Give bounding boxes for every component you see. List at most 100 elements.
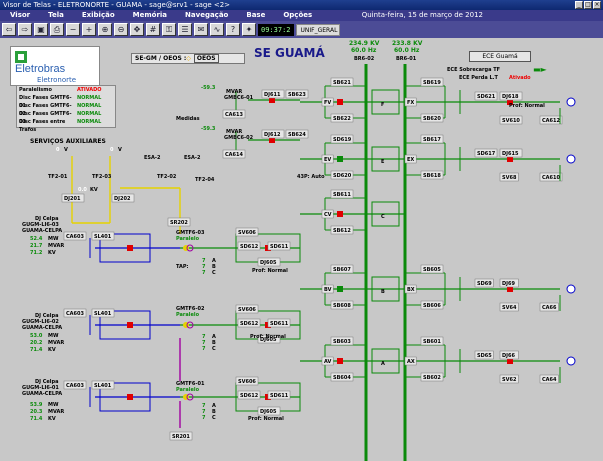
ece-status: ECE Sobrecarga TF ▬► ECE Perda L.T Ativa… — [445, 65, 552, 85]
line-kv: 71.2 — [30, 250, 43, 256]
minimize-button[interactable]: _ — [575, 1, 583, 9]
save-icon[interactable]: ▣ — [34, 23, 48, 36]
line-end-icon — [566, 356, 576, 366]
bay-tag: SB617 — [423, 137, 441, 143]
menu-navegacao[interactable]: Navegação — [175, 10, 236, 21]
bay-label: C — [381, 214, 385, 220]
phase-c: C — [212, 415, 216, 421]
bay-label: B — [381, 289, 385, 295]
menu-opcoes[interactable]: Opções — [273, 10, 320, 21]
pan-icon[interactable]: ✥ — [130, 23, 144, 36]
settings-icon[interactable]: ✦ — [242, 23, 256, 36]
bus02-kv: 234.9 KV — [349, 40, 380, 47]
menu-bar: Visor Tela Exibição Memória Navegação Ba… — [0, 10, 603, 21]
zoom-reset-icon[interactable]: ⊖ — [114, 23, 128, 36]
line-kv: 71.4 — [30, 416, 43, 422]
bay-label: F — [381, 102, 385, 108]
zoom-fit-icon[interactable]: ⊕ — [98, 23, 112, 36]
cap-tag: SB624 — [288, 132, 306, 138]
line-end-icon — [566, 284, 576, 294]
tf-tag: SD612 — [240, 393, 259, 399]
feeder-tag: DJ66 — [502, 353, 515, 359]
bay-breaker — [337, 156, 343, 162]
screen-selector[interactable]: UNIF_GERAL — [295, 23, 340, 36]
grid-icon[interactable]: # — [146, 23, 160, 36]
alarm-value: NORMAL — [77, 95, 102, 101]
menu-exibicao[interactable]: Exibição — [72, 10, 123, 21]
line-mw: 53.9 — [30, 402, 43, 408]
tf-state: Paralelo — [176, 312, 199, 318]
mode-indicator[interactable]: SE-GM / OEOS :◇ OEOS — [131, 53, 245, 64]
feeder-tag: SL401 — [94, 234, 112, 240]
unit-kv: KV — [48, 416, 56, 422]
bay-label: E — [381, 159, 385, 165]
trend-icon[interactable]: ∿ — [210, 23, 224, 36]
window-titlebar: Visor de Telas - ELETRONORTE - GUAMA - s… — [0, 0, 603, 10]
close-button[interactable]: × — [593, 1, 601, 9]
bay-tag: SB608 — [333, 303, 351, 309]
aux-v2: 0 — [110, 147, 114, 153]
lock-icon[interactable]: ⚿ — [162, 23, 176, 36]
bus01-name: BR6-01 — [396, 56, 417, 62]
bay-tag: SB612 — [333, 228, 351, 234]
tf-tag: SD612 — [240, 244, 259, 250]
feeder-breaker — [127, 245, 133, 251]
help-icon[interactable]: ? — [226, 23, 240, 36]
cap-tag: DJ611 — [264, 92, 281, 98]
ece-guama-button[interactable]: ECE Guamá — [469, 51, 531, 62]
bus02-hz: 60.0 Hz — [351, 47, 377, 54]
ece-label-2: ECE Perda L.T — [459, 75, 498, 81]
line-mw: 53.0 — [30, 333, 43, 339]
medidas-label: Medidas — [176, 116, 200, 122]
menu-memoria[interactable]: Memória — [123, 10, 175, 21]
print-icon[interactable]: ⎙ — [50, 23, 64, 36]
feeder-tag: SL401 — [94, 383, 112, 389]
bay-breaker — [337, 99, 343, 105]
back-icon[interactable]: ⇦ — [2, 23, 16, 36]
feeder-tag: CA603 — [66, 383, 84, 389]
unit-kv: KV — [48, 250, 56, 256]
page-title: SE GUAMÁ — [254, 46, 325, 60]
esa-label: ESA-2 — [184, 155, 201, 161]
menu-tela[interactable]: Tela — [38, 10, 72, 21]
line-end-icon — [566, 97, 576, 107]
bay-tag: SB618 — [423, 173, 441, 179]
alarm-value: NORMAL — [77, 119, 102, 125]
tf-state: Paralelo — [176, 236, 199, 242]
alarm-icon[interactable]: ☰ — [178, 23, 192, 36]
bay-tag: SB607 — [333, 267, 351, 273]
feeder-tag: SV62 — [502, 377, 517, 383]
feeder-tag: DJ618 — [502, 94, 519, 100]
feeder-tag: CA612 — [542, 118, 560, 124]
unit-mw: MW — [48, 402, 59, 408]
bay-tag: SD620 — [333, 173, 352, 179]
line-mvar: 21.7 — [30, 243, 43, 249]
aux-v3: 0.0 — [78, 187, 87, 193]
ece-label-1: ECE Sobrecarga TF — [447, 67, 501, 73]
alarm-value: NORMAL — [77, 111, 102, 117]
zoom-out-icon[interactable]: − — [66, 23, 80, 36]
event-icon[interactable]: ✉ — [194, 23, 208, 36]
bay-tag: BX — [407, 287, 415, 293]
menu-base[interactable]: Base — [236, 10, 273, 21]
bay-tag: SD619 — [333, 137, 352, 143]
bay-tag: SB605 — [423, 267, 441, 273]
maximize-button[interactable]: □ — [584, 1, 592, 9]
menu-visor[interactable]: Visor — [0, 10, 38, 21]
bay-tag: SB619 — [423, 80, 441, 86]
mode-value: OEOS — [193, 54, 219, 63]
alarm-value: NORMAL — [77, 103, 102, 109]
logo-sub: Eletronorte — [37, 76, 77, 84]
aux-tag: DJ202 — [114, 196, 131, 202]
alarm-label: Paralelismo — [19, 87, 52, 93]
zoom-in-icon[interactable]: + — [82, 23, 96, 36]
feeder-tag: SV610 — [502, 118, 520, 124]
tf-c: 7 — [202, 415, 206, 421]
feeder-tag: DJ615 — [502, 151, 519, 157]
tf-tag: DJ605 — [260, 260, 277, 266]
forward-icon[interactable]: ⇨ — [18, 23, 32, 36]
cap-tag: DJ612 — [264, 132, 281, 138]
diagram-canvas: SB621 SB622 FV SB619 SB620 FX SD621 DJ618 SV610 C… — [0, 38, 603, 461]
bay-tag: BV — [324, 287, 332, 293]
feeder-tag: CA603 — [66, 311, 84, 317]
